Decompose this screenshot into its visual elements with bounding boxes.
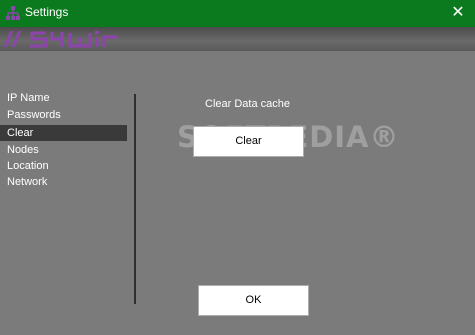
tree-network-icon bbox=[6, 6, 20, 20]
banner bbox=[0, 27, 475, 51]
vertical-divider bbox=[134, 94, 136, 304]
clear-button[interactable]: Clear bbox=[193, 126, 304, 157]
window-title: Settings bbox=[25, 5, 69, 19]
nav-item-network[interactable]: Network bbox=[0, 174, 127, 190]
nav-item-nodes[interactable]: Nodes bbox=[0, 142, 127, 158]
nav-item-ip-name[interactable]: IP Name bbox=[0, 90, 127, 106]
ok-button[interactable]: OK bbox=[198, 285, 309, 316]
nav-item-clear[interactable]: Clear bbox=[0, 125, 127, 141]
title-bar: Settings ✕ bbox=[0, 0, 475, 27]
nav-item-passwords[interactable]: Passwords bbox=[0, 107, 127, 123]
s4wir-logo bbox=[4, 31, 118, 48]
close-button[interactable]: ✕ bbox=[441, 0, 475, 27]
nav-item-location[interactable]: Location bbox=[0, 158, 127, 174]
section-label: Clear Data cache bbox=[205, 98, 290, 110]
